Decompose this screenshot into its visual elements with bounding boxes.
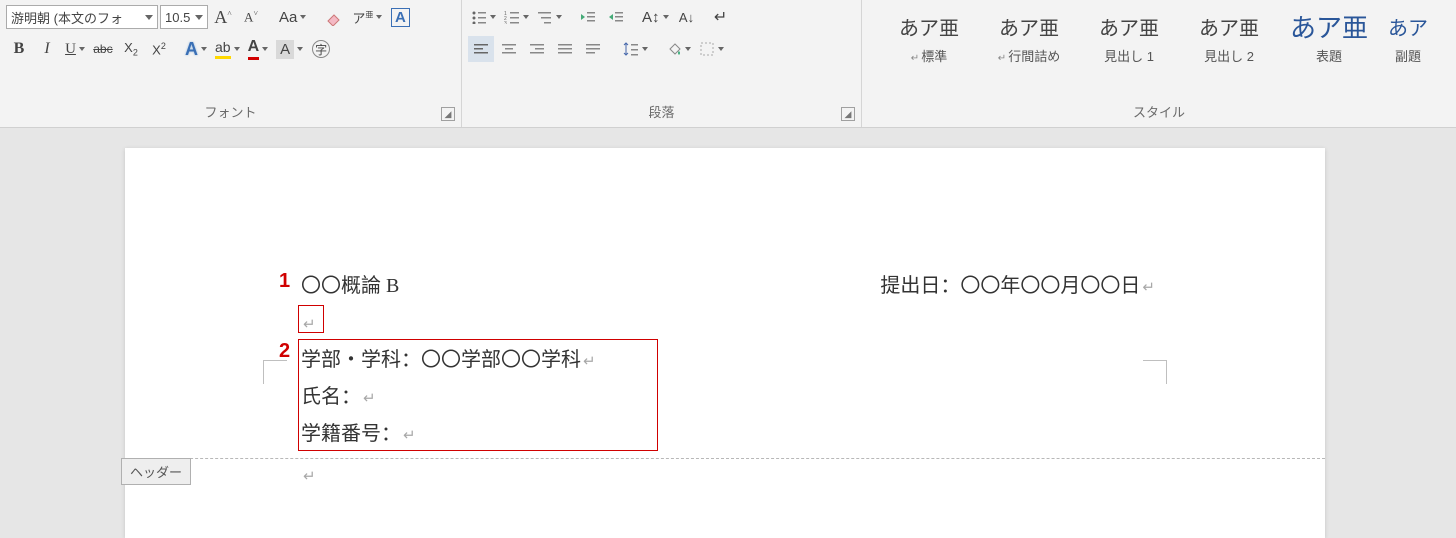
font-name-combo[interactable]: 游明朝 (本文のフォ [6, 5, 158, 29]
style-name-label: 副題 [1388, 46, 1428, 65]
style-preview: あア亜 [1088, 10, 1170, 42]
return-icon: ↵ [1142, 280, 1155, 296]
group-label-styles: スタイル [868, 98, 1450, 127]
bucket-icon [666, 41, 682, 57]
group-label-font: フォント [6, 98, 455, 127]
ribbon: 游明朝 (本文のフォ 10.5 A˄ A˅ Aa ア亜 A B [0, 0, 1456, 128]
font-size-value: 10.5 [165, 10, 190, 25]
return-icon: ↵ [303, 469, 316, 485]
shrink-font-button[interactable]: A˅ [238, 4, 264, 30]
multilevel-list-button[interactable] [534, 4, 565, 30]
style-normal[interactable]: あア亜 標準 [888, 10, 970, 65]
borders-icon [699, 41, 715, 57]
bold-button[interactable]: B [6, 36, 32, 62]
document-canvas: ヘッダー 〇〇概論 B 提出日：〇〇年〇〇月〇〇日↵ ↵ 学部・学科：〇〇学部〇… [0, 128, 1456, 538]
chevron-down-icon [195, 15, 203, 20]
chevron-down-icon [145, 15, 153, 20]
annotation-1: 1 [279, 270, 290, 293]
superscript-button[interactable]: X2 [146, 36, 172, 62]
subscript-button[interactable]: X2 [118, 36, 144, 62]
paragraph-dialog-launcher[interactable]: ◢ [841, 107, 855, 121]
style-name-label: 見出し 2 [1188, 46, 1270, 65]
bullets-button[interactable] [468, 4, 499, 30]
decrease-indent-button[interactable] [575, 4, 601, 30]
strikethrough-button[interactable]: abє [90, 36, 116, 62]
annotation-2: 2 [279, 340, 290, 363]
annotation-box-1 [298, 305, 324, 333]
clear-formatting-button[interactable] [321, 4, 347, 30]
style-preview: あア亜 [1288, 10, 1370, 42]
underline-button[interactable]: U [62, 36, 88, 62]
group-paragraph: 123 A↕ A↓ ↵ [462, 0, 862, 127]
distribute-icon [585, 42, 601, 56]
style-name-label: 行間詰め [988, 46, 1070, 65]
style-name-label: 標準 [888, 46, 970, 65]
distribute-button[interactable] [580, 36, 606, 62]
phonetic-guide-button[interactable]: ア亜 [349, 4, 385, 30]
group-font: 游明朝 (本文のフォ 10.5 A˄ A˅ Aa ア亜 A B [0, 0, 462, 127]
style-preview: あア亜 [888, 10, 970, 42]
italic-button[interactable]: I [34, 36, 60, 62]
change-case-button[interactable]: Aa [276, 4, 309, 30]
sort-button[interactable]: A↓ [674, 4, 700, 30]
text-direction-button[interactable]: A↕ [639, 4, 672, 30]
style-gallery: あア亜 標準 あア亜 行間詰め あア亜 見出し 1 あア亜 見出し 2 あア亜 [868, 4, 1450, 65]
style-heading2[interactable]: あア亜 見出し 2 [1188, 10, 1270, 65]
font-dialog-launcher[interactable]: ◢ [441, 107, 455, 121]
justify-icon [557, 42, 573, 56]
annotation-box-2 [298, 339, 658, 451]
increase-indent-button[interactable] [603, 4, 629, 30]
justify-button[interactable] [552, 36, 578, 62]
font-color-button[interactable]: A [245, 36, 272, 62]
highlight-button[interactable]: ab [212, 36, 243, 62]
text-effects-button[interactable]: A [182, 36, 210, 62]
borders-button[interactable] [696, 36, 727, 62]
style-title[interactable]: あア亜 表題 [1288, 10, 1370, 65]
group-styles: あア亜 標準 あア亜 行間詰め あア亜 見出し 1 あア亜 見出し 2 あア亜 [862, 0, 1456, 127]
style-preview: あア亜 [1188, 10, 1270, 42]
align-center-button[interactable] [496, 36, 522, 62]
shading-button[interactable] [663, 36, 694, 62]
line-spacing-button[interactable] [620, 36, 651, 62]
indent-icon [608, 10, 624, 24]
multilevel-icon [537, 10, 553, 24]
show-marks-button[interactable]: ↵ [708, 4, 734, 30]
align-center-icon [501, 42, 517, 56]
bullets-icon [471, 10, 487, 24]
page[interactable]: ヘッダー 〇〇概論 B 提出日：〇〇年〇〇月〇〇日↵ ↵ 学部・学科：〇〇学部〇… [125, 148, 1325, 538]
align-left-button[interactable] [468, 36, 494, 62]
align-right-button[interactable] [524, 36, 550, 62]
line-spacing-icon [623, 41, 639, 57]
font-size-combo[interactable]: 10.5 [160, 5, 208, 29]
style-preview: あア亜 [988, 10, 1070, 42]
style-heading1[interactable]: あア亜 見出し 1 [1088, 10, 1170, 65]
doc-line1-left: 〇〇概論 B [301, 275, 399, 297]
header-tag[interactable]: ヘッダー [121, 458, 191, 485]
margin-corner-icon [263, 360, 287, 384]
font-name-value: 游明朝 (本文のフォ [11, 8, 123, 27]
char-shading-button[interactable]: A [273, 36, 306, 62]
outdent-icon [580, 10, 596, 24]
svg-text:3: 3 [504, 21, 507, 24]
align-right-icon [529, 42, 545, 56]
numbering-button[interactable]: 123 [501, 4, 532, 30]
style-name-label: 見出し 1 [1088, 46, 1170, 65]
enclose-char-button[interactable]: 字 [308, 36, 334, 62]
style-preview: あア [1388, 10, 1428, 42]
char-border-button[interactable]: A [387, 4, 413, 30]
style-no-spacing[interactable]: あア亜 行間詰め [988, 10, 1070, 65]
group-label-paragraph: 段落 [468, 98, 855, 127]
align-left-icon [473, 42, 489, 56]
eraser-icon [325, 8, 343, 26]
style-name-label: 表題 [1288, 46, 1370, 65]
grow-font-button[interactable]: A˄ [210, 4, 236, 30]
style-subtitle[interactable]: あア 副題 [1388, 10, 1428, 65]
doc-line1-right: 提出日：〇〇年〇〇月〇〇日 [880, 275, 1140, 297]
numbering-icon: 123 [504, 10, 520, 24]
